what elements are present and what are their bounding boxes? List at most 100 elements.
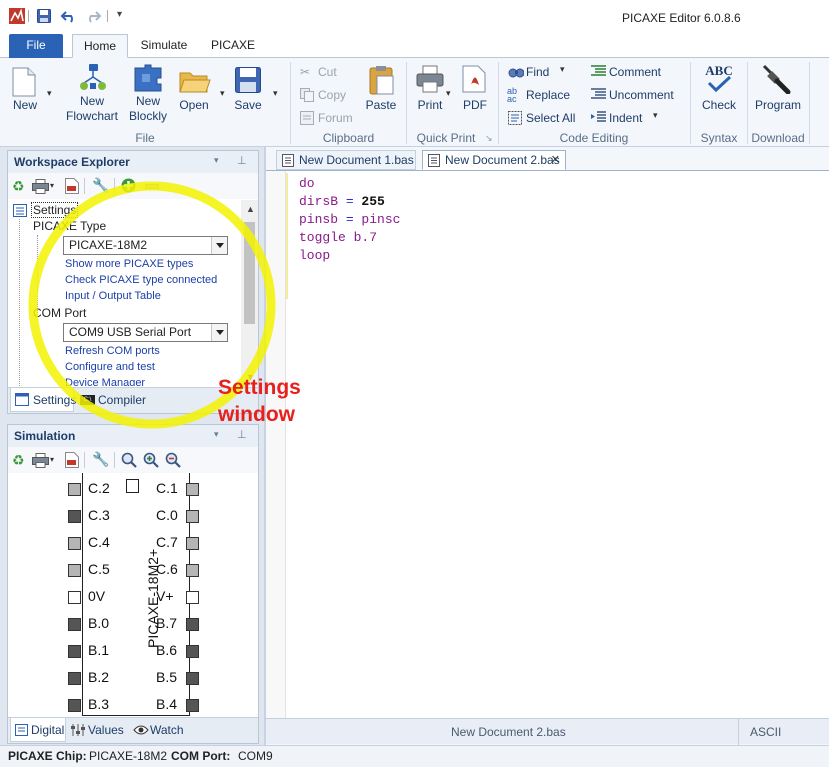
blockly-icon[interactable]	[133, 64, 163, 92]
open-button[interactable]: Open	[172, 98, 216, 113]
find-dropdown-icon[interactable]: ▾	[560, 64, 565, 75]
picaxe-type-select[interactable]: PICAXE-18M2	[63, 236, 228, 255]
tab-home[interactable]: Home	[72, 34, 128, 58]
pin-c-7[interactable]	[186, 537, 199, 550]
tree-scrollbar[interactable]: ▲ ▼	[241, 200, 258, 386]
pdf-icon[interactable]	[462, 65, 488, 93]
save-large-icon[interactable]	[235, 67, 261, 93]
dialog-launcher-icon[interactable]: ↘	[485, 133, 493, 144]
compiler-tab[interactable]: C:\ Compiler	[78, 388, 158, 412]
show-more-types-link[interactable]: Show more PICAXE types	[65, 258, 193, 270]
pin-b-2[interactable]	[68, 672, 81, 685]
open-folder-icon[interactable]	[179, 68, 211, 94]
forum-icon[interactable]	[300, 111, 314, 125]
cut-icon[interactable]: ✂	[300, 65, 310, 79]
program-button[interactable]: Program	[748, 98, 808, 113]
pin-c-6[interactable]	[186, 564, 199, 577]
chevron-down-icon[interactable]	[211, 237, 227, 254]
check-type-link[interactable]: Check PICAXE type connected	[65, 274, 217, 286]
watch-tab[interactable]: Watch	[130, 718, 190, 742]
paste-icon[interactable]	[369, 65, 395, 95]
com-port-select[interactable]: COM9 USB Serial Port	[63, 323, 228, 342]
values-tab[interactable]: Values	[68, 718, 128, 742]
replace-button[interactable]: Replace	[526, 87, 570, 103]
panel-dropdown-icon[interactable]: ▾	[214, 429, 219, 440]
tab-file[interactable]: File	[9, 34, 63, 58]
check-button[interactable]: Check	[695, 98, 743, 113]
save-dropdown-icon[interactable]: ▾	[273, 88, 278, 99]
forum-button[interactable]: Forum	[318, 110, 353, 126]
digital-tab[interactable]: Digital	[10, 718, 66, 742]
close-tab-icon[interactable]: ✕	[551, 151, 560, 170]
pin-b-4[interactable]	[186, 699, 199, 712]
open-dropdown-icon[interactable]: ▾	[220, 88, 225, 99]
comment-button[interactable]: Comment	[609, 64, 661, 80]
io-table-link[interactable]: Input / Output Table	[65, 290, 161, 302]
zoom-out-icon[interactable]	[165, 452, 181, 468]
cut-button[interactable]: Cut	[318, 64, 337, 80]
pin-b-7[interactable]	[186, 618, 199, 631]
pin-c-1[interactable]	[186, 483, 199, 496]
flowchart-icon[interactable]	[78, 63, 108, 93]
refresh-icon[interactable]: ♻	[12, 179, 25, 193]
printer-icon[interactable]	[416, 65, 444, 93]
find-icon[interactable]	[508, 64, 524, 80]
pin-0v[interactable]	[68, 591, 81, 604]
pin-c-5[interactable]	[68, 564, 81, 577]
zoom-in-icon[interactable]	[143, 452, 159, 468]
spellcheck-icon[interactable]: ABC	[701, 63, 737, 94]
settings-tab[interactable]: Settings	[10, 388, 76, 412]
pin-c-2[interactable]	[68, 483, 81, 496]
new-document-icon[interactable]	[12, 67, 36, 97]
paste-button[interactable]: Paste	[359, 98, 403, 113]
indent-icon[interactable]	[591, 111, 606, 124]
pin-b-3[interactable]	[68, 699, 81, 712]
code-editor[interactable]	[266, 170, 829, 718]
pdf-small-icon[interactable]	[65, 452, 79, 468]
replace-icon[interactable]: ab ac	[507, 87, 517, 104]
pin-c-3[interactable]	[68, 510, 81, 523]
print-small-dropdown-icon[interactable]: ▾	[50, 181, 54, 190]
new-button[interactable]: New	[2, 98, 48, 113]
print-small-icon[interactable]	[32, 179, 50, 194]
print-small-icon[interactable]	[32, 453, 50, 468]
pin-b-6[interactable]	[186, 645, 199, 658]
tab-simulate[interactable]: Simulate	[136, 34, 192, 58]
remove-icon[interactable]	[145, 184, 159, 189]
pin-c-4[interactable]	[68, 537, 81, 550]
pin-b-1[interactable]	[68, 645, 81, 658]
quick-access-dropdown-icon[interactable]: ▾	[117, 9, 122, 20]
select-all-icon[interactable]	[508, 111, 522, 125]
find-button[interactable]: Find	[526, 64, 549, 80]
pdf-small-icon[interactable]	[65, 178, 79, 194]
indent-dropdown-icon[interactable]: ▾	[653, 110, 658, 121]
uncomment-icon[interactable]	[591, 88, 606, 101]
new-flowchart-button[interactable]: New Flowchart	[62, 94, 122, 124]
print-button[interactable]: Print	[409, 98, 451, 113]
comment-icon[interactable]	[591, 65, 606, 78]
copy-button[interactable]: Copy	[318, 87, 346, 103]
tab-new-document-1[interactable]: New Document 1.bas	[276, 150, 416, 170]
indent-button[interactable]: Indent	[609, 110, 642, 126]
wrench-icon[interactable]: 🔧	[92, 451, 109, 468]
pin-c-0[interactable]	[186, 510, 199, 523]
scroll-thumb[interactable]	[244, 222, 255, 324]
pin-b-0[interactable]	[68, 618, 81, 631]
save-icon[interactable]	[37, 9, 51, 23]
refresh-com-link[interactable]: Refresh COM ports	[65, 345, 160, 357]
device-manager-link[interactable]: Device Manager	[65, 377, 145, 386]
print-small-dropdown-icon[interactable]: ▾	[50, 455, 54, 464]
pin-b-5[interactable]	[186, 672, 199, 685]
tab-picaxe[interactable]: PICAXE	[205, 34, 261, 58]
undo-icon[interactable]	[60, 9, 78, 23]
pin-icon[interactable]: ⊥	[237, 428, 247, 441]
save-button[interactable]: Save	[226, 98, 270, 113]
pdf-button[interactable]: PDF	[455, 98, 495, 113]
program-cable-icon[interactable]	[761, 64, 793, 94]
chevron-down-icon[interactable]	[211, 324, 227, 341]
add-icon[interactable]	[121, 178, 136, 193]
refresh-icon[interactable]: ♻	[12, 453, 25, 467]
panel-dropdown-icon[interactable]: ▾	[214, 155, 219, 166]
scroll-up-icon[interactable]: ▲	[246, 204, 255, 214]
zoom-icon[interactable]	[121, 452, 137, 468]
